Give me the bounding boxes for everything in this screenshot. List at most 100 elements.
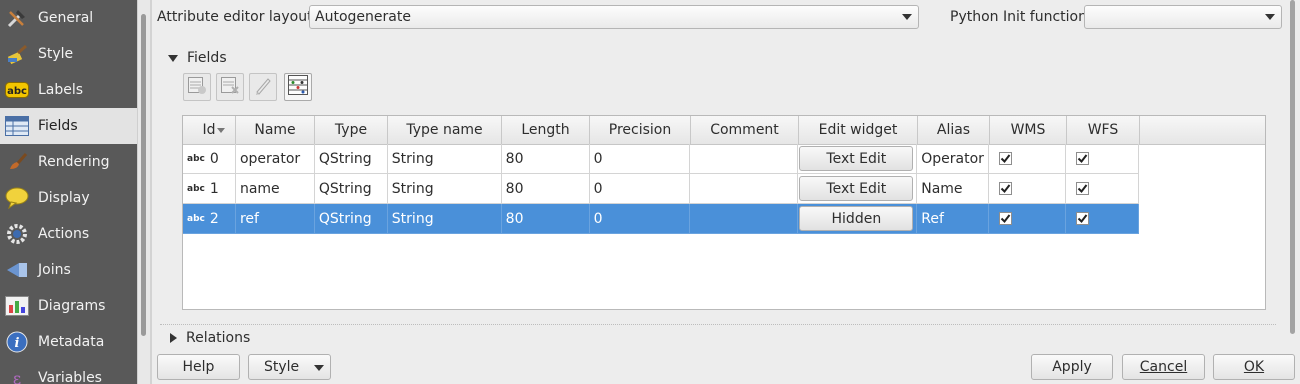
sidebar-item-joins[interactable]: Joins (0, 252, 137, 288)
id-cell[interactable]: abc 0 (183, 144, 236, 174)
length-cell[interactable]: 80 (501, 174, 590, 204)
sidebar-item-label: Rendering (38, 154, 110, 170)
alias-cell[interactable]: Name (917, 174, 990, 204)
wms-cell (989, 204, 1067, 234)
cancel-button[interactable]: Cancel (1122, 354, 1205, 380)
column-header-wfs[interactable]: WFS (1067, 116, 1140, 144)
apply-button[interactable]: Apply (1031, 354, 1113, 380)
sort-indicator-icon (217, 128, 225, 133)
sidebar-item-general[interactable]: General (0, 0, 137, 36)
new-field-button[interactable] (183, 73, 211, 101)
column-header-label: Precision (608, 122, 672, 138)
wms-checkbox[interactable] (999, 182, 1013, 195)
sidebar-item-display[interactable]: Display (0, 180, 137, 216)
table-row[interactable]: abc 0 operator QString String 80 0 Text E… (183, 144, 1139, 174)
relations-group-header[interactable]: Relations (170, 330, 250, 346)
type-name-cell[interactable]: String (387, 174, 502, 204)
sidebar-scrollbar-thumb[interactable] (141, 14, 146, 336)
column-header-id[interactable]: Id (183, 116, 236, 144)
panel-divider (150, 0, 152, 384)
edit-widget-button[interactable]: Hidden (799, 206, 914, 231)
name-cell[interactable]: name (235, 174, 315, 204)
sidebar-item-metadata[interactable]: i Metadata (0, 324, 137, 360)
check-icon (1077, 184, 1088, 194)
column-header-label: Name (254, 122, 296, 138)
table-row[interactable]: abc 1 name QString String 80 0 Text Edit … (183, 174, 1139, 204)
fields-group-header[interactable]: Fields (168, 50, 227, 66)
sidebar-item-variables[interactable]: ε Variables (0, 360, 137, 384)
sidebar-item-label: Style (38, 46, 74, 62)
sidebar-item-label: Actions (38, 226, 90, 242)
type-cell[interactable]: QString (314, 174, 388, 204)
column-header-wms[interactable]: WMS (990, 116, 1067, 144)
sidebar-item-rendering[interactable]: Rendering (0, 144, 137, 180)
sidebar-item-label: Fields (38, 118, 78, 134)
sidebar-item-label: Metadata (38, 334, 105, 350)
column-header-precision[interactable]: Precision (590, 116, 691, 144)
table-row-selected[interactable]: abc 2 ref QString String 80 0 Hidden Ref (183, 204, 1139, 234)
style-menu-button[interactable]: Style (248, 354, 331, 380)
name-cell[interactable]: ref (235, 204, 315, 234)
wfs-checkbox[interactable] (1076, 182, 1090, 195)
wfs-checkbox[interactable] (1076, 152, 1090, 165)
sidebar-item-fields[interactable]: Fields (0, 108, 137, 144)
attribute-editor-layout-label: Attribute editor layout: (157, 9, 318, 25)
column-header-label: Edit widget (818, 122, 898, 138)
labels-abc-icon: abc (4, 78, 30, 102)
column-header-comment[interactable]: Comment (691, 116, 799, 144)
alias-cell[interactable]: Operator (917, 144, 990, 174)
name-cell[interactable]: operator (235, 144, 315, 174)
type-name-cell[interactable]: String (387, 144, 502, 174)
toggle-editing-button[interactable] (249, 73, 277, 101)
column-header-name[interactable]: Name (236, 116, 315, 144)
comment-cell[interactable] (690, 144, 799, 174)
help-button[interactable]: Help (157, 354, 240, 380)
group-separator (160, 324, 1276, 325)
joins-icon (4, 258, 30, 282)
ok-button[interactable]: OK (1213, 354, 1295, 380)
sidebar-item-label: Diagrams (38, 298, 106, 314)
display-bubble-icon (4, 186, 30, 210)
type-cell[interactable]: QString (314, 144, 388, 174)
column-header-label: WFS (1087, 122, 1119, 138)
sidebar-item-label: Variables (38, 370, 102, 384)
column-header-length[interactable]: Length (502, 116, 590, 144)
id-cell[interactable]: abc 1 (183, 174, 236, 204)
length-cell[interactable]: 80 (501, 204, 590, 234)
svg-text:ε: ε (13, 369, 21, 384)
sidebar-item-diagrams[interactable]: Diagrams (0, 288, 137, 324)
field-calculator-icon (287, 74, 309, 100)
sidebar-item-labels[interactable]: abc Labels (0, 72, 137, 108)
comment-cell[interactable] (690, 204, 799, 234)
id-cell[interactable]: abc 2 (183, 204, 236, 234)
column-header-label: Type (334, 122, 368, 138)
precision-cell[interactable]: 0 (589, 204, 691, 234)
check-icon (1077, 154, 1088, 164)
comment-cell[interactable] (690, 174, 799, 204)
wms-checkbox[interactable] (999, 152, 1013, 165)
sidebar-item-actions[interactable]: Actions (0, 216, 137, 252)
wfs-checkbox[interactable] (1076, 212, 1090, 225)
delete-field-button[interactable] (216, 73, 244, 101)
python-init-function-combo[interactable] (1084, 5, 1282, 29)
field-calculator-button[interactable] (284, 73, 312, 101)
attribute-editor-layout-combo[interactable]: Autogenerate (309, 5, 919, 29)
wms-checkbox[interactable] (999, 212, 1013, 225)
string-type-icon: abc (187, 213, 205, 224)
column-header-type-name[interactable]: Type name (388, 116, 502, 144)
fields-table-icon (4, 114, 30, 138)
length-cell[interactable]: 80 (501, 144, 590, 174)
type-cell[interactable]: QString (314, 204, 388, 234)
check-icon (1000, 154, 1011, 164)
precision-cell[interactable]: 0 (589, 174, 691, 204)
edit-widget-button[interactable]: Text Edit (799, 176, 914, 201)
edit-widget-button[interactable]: Text Edit (799, 146, 914, 171)
column-header-edit-widget[interactable]: Edit widget (799, 116, 918, 144)
sidebar-item-style[interactable]: Style (0, 36, 137, 72)
column-header-alias[interactable]: Alias (918, 116, 990, 144)
main-scrollbar-thumb[interactable] (1290, 0, 1295, 334)
column-header-type[interactable]: Type (315, 116, 388, 144)
precision-cell[interactable]: 0 (589, 144, 691, 174)
alias-cell[interactable]: Ref (917, 204, 990, 234)
type-name-cell[interactable]: String (387, 204, 502, 234)
